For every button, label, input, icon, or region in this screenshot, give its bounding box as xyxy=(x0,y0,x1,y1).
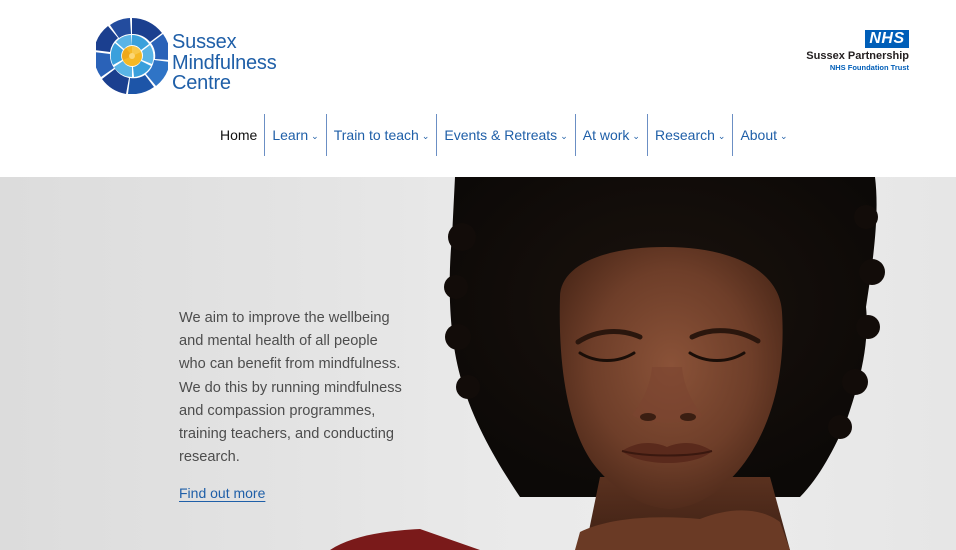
nav-item-at-work[interactable]: At work ⌄ xyxy=(574,114,647,156)
site-name-line-1: Sussex xyxy=(172,31,237,53)
nav-item-label: At work xyxy=(582,127,630,143)
main-nav: Home Learn ⌄ Train to teach ⌄ Events & R… xyxy=(213,114,795,156)
nav-item-learn[interactable]: Learn ⌄ xyxy=(264,114,325,156)
chevron-down-icon: ⌄ xyxy=(717,130,726,141)
hero-photo xyxy=(330,177,885,550)
chevron-down-icon: ⌄ xyxy=(560,130,568,141)
nav-item-label: Train to teach xyxy=(333,127,419,143)
nav-item-label: Home xyxy=(220,127,258,143)
page: Sussex Mindfulness Centre NHS Sussex Par… xyxy=(0,0,956,550)
nhs-partner-logo[interactable]: NHS Sussex Partnership NHS Foundation Tr… xyxy=(802,30,912,76)
nav-item-label: Research xyxy=(654,127,715,143)
spiral-shell-icon xyxy=(96,18,168,94)
nav-item-train-to-teach[interactable]: Train to teach ⌄ xyxy=(325,114,437,156)
hero-copy: We aim to improve the wellbeing and ment… xyxy=(179,307,404,503)
nav-item-research[interactable]: Research ⌄ xyxy=(646,114,732,156)
nav-item-about[interactable]: About ⌄ xyxy=(732,114,794,156)
site-name: Sussex Mindfulness Centre xyxy=(172,32,277,94)
chevron-down-icon: ⌄ xyxy=(780,130,788,141)
nhs-partner-name: Sussex Partnership xyxy=(806,50,909,62)
nav-item-label: Learn xyxy=(272,127,309,143)
nav-item-home[interactable]: Home xyxy=(213,114,264,156)
nav-item-label: Events & Retreats xyxy=(444,127,558,143)
site-header: Sussex Mindfulness Centre NHS Sussex Par… xyxy=(0,0,956,177)
chevron-down-icon: ⌄ xyxy=(311,130,319,141)
site-name-line-2: Mindfulness xyxy=(172,51,277,74)
nav-item-label: About xyxy=(740,127,778,143)
nhs-partner-subtitle: NHS Foundation Trust xyxy=(829,63,909,72)
nhs-badge: NHS xyxy=(865,30,909,48)
site-name-line-3: Centre xyxy=(172,72,231,94)
find-out-more-link[interactable]: Find out more xyxy=(179,485,265,501)
nav-item-events-retreats[interactable]: Events & Retreats ⌄ xyxy=(436,114,574,156)
hero-mission-text: We aim to improve the wellbeing and ment… xyxy=(179,310,402,466)
hero-banner: We aim to improve the wellbeing and ment… xyxy=(0,177,956,550)
chevron-down-icon: ⌄ xyxy=(421,130,430,141)
site-logo-link[interactable]: Sussex Mindfulness Centre xyxy=(96,14,296,94)
chevron-down-icon: ⌄ xyxy=(632,130,640,141)
